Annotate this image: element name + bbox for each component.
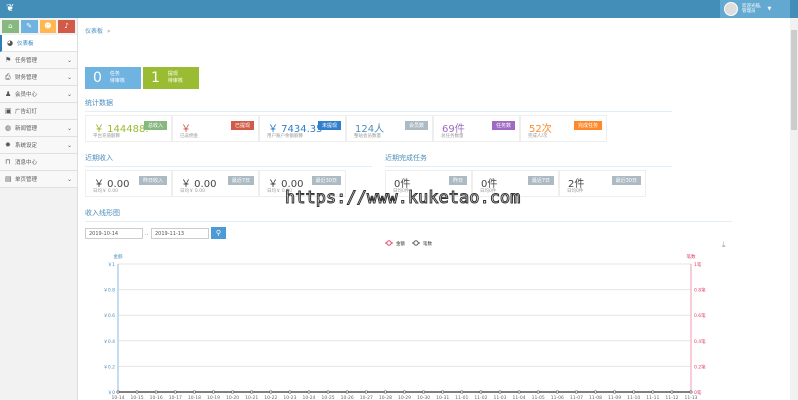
x-tick-label: 10-25 — [322, 395, 335, 400]
y-label-right: 笔数 — [687, 253, 696, 260]
x-tick-label: 10-30 — [417, 395, 430, 400]
y-tick-left: ￥0.6 — [103, 313, 115, 319]
x-tick-label: 11-11 — [646, 395, 659, 400]
data-point — [345, 390, 349, 394]
x-tick-label: 11-09 — [608, 395, 621, 400]
data-point — [613, 390, 617, 394]
data-point — [574, 390, 578, 394]
x-tick-label: 10-17 — [169, 395, 182, 400]
x-tick-label: 11-03 — [493, 395, 506, 400]
y-tick-right: 0.2笔 — [694, 363, 706, 370]
x-tick-label: 10-18 — [188, 395, 201, 400]
data-point — [689, 390, 693, 394]
x-tick-label: 11-08 — [589, 395, 602, 400]
y-tick-right: 0.4笔 — [694, 338, 706, 345]
data-point — [364, 390, 368, 394]
y-tick-left: ￥0.4 — [103, 339, 115, 345]
scrollbar[interactable] — [790, 18, 798, 400]
x-tick-label: 10-22 — [264, 395, 277, 400]
x-tick-label: 10-14 — [111, 395, 124, 400]
x-tick-label: 10-29 — [398, 395, 411, 400]
data-point — [212, 390, 216, 394]
legend-marker — [413, 240, 419, 246]
x-tick-label: 10-15 — [131, 395, 144, 400]
y-tick-right: 0.6笔 — [694, 312, 706, 319]
data-point — [250, 390, 254, 394]
data-point — [517, 390, 521, 394]
x-tick-label: 11-07 — [570, 395, 583, 400]
y-tick-right: 1笔 — [694, 261, 702, 268]
data-point — [192, 390, 196, 394]
data-point — [536, 390, 540, 394]
data-point — [231, 390, 235, 394]
data-point — [441, 390, 445, 394]
data-point — [555, 390, 559, 394]
data-point — [269, 390, 273, 394]
x-tick-label: 10-16 — [150, 395, 163, 400]
watermark: https://www.kuketao.com — [284, 188, 521, 209]
legend-marker — [386, 240, 392, 246]
y-tick-left: ￥0.8 — [103, 288, 115, 294]
x-tick-label: 10-28 — [379, 395, 392, 400]
y-tick-left: ￥0.2 — [103, 364, 115, 370]
x-tick-label: 10-23 — [283, 395, 296, 400]
y-label-left: 金额 — [114, 253, 123, 260]
x-tick-label: 10-24 — [302, 395, 315, 400]
data-point — [422, 390, 426, 394]
data-point — [479, 390, 483, 394]
y-tick-left: ￥1 — [108, 262, 115, 268]
data-point — [135, 390, 139, 394]
data-point — [326, 390, 330, 394]
x-tick-label: 11-02 — [474, 395, 487, 400]
legend-label: 金额 — [396, 240, 405, 247]
x-tick-label: 11-12 — [665, 395, 678, 400]
y-tick-right: 0笔 — [694, 389, 702, 396]
data-point — [307, 390, 311, 394]
data-point — [498, 390, 502, 394]
x-tick-label: 11-04 — [513, 395, 526, 400]
x-tick-label: 11-10 — [627, 395, 640, 400]
data-point — [651, 390, 655, 394]
x-tick-label: 10-31 — [436, 395, 449, 400]
x-tick-label: 10-26 — [341, 395, 354, 400]
data-point — [670, 390, 674, 394]
x-tick-label: 10-27 — [360, 395, 373, 400]
x-tick-label: 10-20 — [226, 395, 239, 400]
data-point — [154, 390, 158, 394]
data-point — [632, 390, 636, 394]
y-tick-right: 0.8笔 — [694, 287, 706, 294]
data-point — [402, 390, 406, 394]
data-point — [593, 390, 597, 394]
x-tick-label: 11-05 — [532, 395, 545, 400]
data-point — [383, 390, 387, 394]
data-point — [288, 390, 292, 394]
x-tick-label: 10-21 — [245, 395, 258, 400]
x-tick-label: 11-06 — [551, 395, 564, 400]
x-tick-label: 10-19 — [207, 395, 220, 400]
data-point — [116, 390, 120, 394]
x-tick-label: 11-13 — [684, 395, 697, 400]
legend-label: 笔数 — [423, 240, 432, 247]
x-tick-label: 11-01 — [455, 395, 468, 400]
data-point — [460, 390, 464, 394]
data-point — [173, 390, 177, 394]
